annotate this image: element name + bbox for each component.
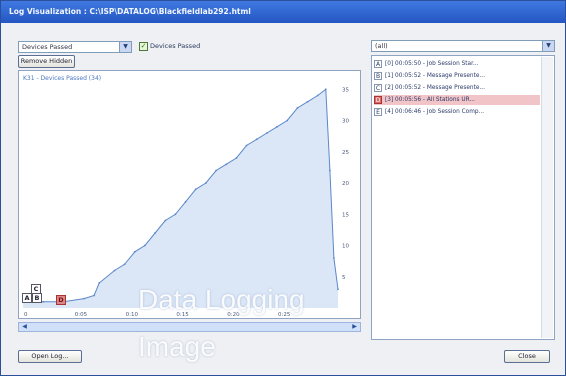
chevron-down-icon[interactable]: ▼: [542, 41, 554, 51]
data-point: [316, 94, 319, 97]
data-point: [306, 100, 309, 103]
log-entry-selected[interactable]: D [3] 00:05:56 - All Stations UR...: [374, 95, 540, 105]
data-point: [324, 88, 327, 91]
window-title: Log Visualization : C:\ISP\DATALOG\Black…: [1, 1, 565, 23]
log-entry-key: E: [374, 107, 382, 116]
y-tick-label: 35: [342, 87, 349, 93]
data-point: [266, 132, 268, 134]
data-point: [235, 157, 238, 159]
watermark-line-1: Data Logging: [138, 284, 305, 315]
log-entry-list: A [0] 00:05:50 - Job Session Star... B [1]…: [371, 55, 555, 340]
y-tick-label: 15: [342, 212, 349, 218]
log-entry[interactable]: E [4] 00:06:46 - Job Session Comp...: [374, 107, 540, 117]
log-entry-text: [2] 00:05:52 - Message Presente...: [385, 85, 485, 91]
data-point: [333, 257, 335, 259]
data-point: [113, 269, 116, 272]
data-point: [337, 288, 339, 291]
log-list-scrollbar[interactable]: [541, 57, 553, 338]
remove-hidden-button[interactable]: Remove Hidden: [18, 55, 75, 68]
data-point: [194, 188, 197, 191]
x-tick-label: 0: [24, 312, 28, 318]
x-tick-label: 0:10: [126, 312, 139, 318]
close-button[interactable]: Close: [504, 350, 550, 363]
scroll-left-icon[interactable]: ◀: [20, 323, 29, 331]
data-point: [225, 163, 228, 166]
data-point: [98, 282, 101, 284]
data-point: [245, 144, 248, 147]
chevron-down-icon[interactable]: ▼: [119, 42, 131, 52]
data-point: [255, 138, 258, 141]
log-entry-text: [0] 00:05:50 - Job Session Star...: [385, 61, 479, 67]
log-entry-key: C: [374, 83, 382, 92]
log-entry-text: [3] 00:05:56 - All Stations UR...: [385, 97, 475, 103]
y-tick-label: 5: [342, 275, 346, 281]
data-point: [296, 107, 299, 109]
data-point: [184, 200, 187, 203]
log-entry-text: [1] 00:05:52 - Message Presente...: [385, 73, 485, 79]
log-entry[interactable]: C [2] 00:05:52 - Message Presente...: [374, 83, 540, 93]
marker-b[interactable]: B: [32, 293, 42, 303]
scroll-right-icon[interactable]: ▶: [350, 323, 359, 331]
filter-select-value: (all): [375, 42, 388, 50]
data-point: [93, 294, 95, 297]
data-point: [144, 244, 146, 247]
data-point: [205, 182, 207, 184]
log-entry-key: D: [374, 95, 382, 104]
log-entry-key: A: [374, 59, 382, 68]
log-visualization-window: Log Visualization : C:\ISP\DATALOG\Black…: [0, 0, 566, 376]
data-point: [215, 169, 218, 172]
log-entry-key: B: [374, 71, 382, 80]
data-point: [286, 119, 289, 122]
marker-a[interactable]: A: [22, 293, 32, 303]
metric-select-value: Devices Passed: [22, 43, 73, 51]
metric-select[interactable]: Devices Passed ▼: [18, 41, 132, 53]
y-tick-label: 10: [342, 244, 349, 250]
marker-d[interactable]: D: [56, 295, 66, 305]
log-entry[interactable]: B [1] 00:05:52 - Message Presente...: [374, 71, 540, 81]
checkbox-label: Devices Passed: [150, 42, 201, 50]
data-point: [276, 125, 278, 128]
x-tick-label: 0:05: [75, 312, 88, 318]
data-point: [164, 219, 167, 222]
devices-passed-chart: K31 - Devices Passed (34) 5 10 15 20 25 30 35 0 0…: [22, 75, 349, 318]
series-area: [23, 89, 338, 308]
log-entry[interactable]: A [0] 00:05:50 - Job Session Star...: [374, 59, 540, 69]
y-tick-label: 20: [342, 181, 349, 187]
open-log-button[interactable]: Open Log...: [18, 350, 82, 363]
y-tick-label: 30: [342, 119, 349, 125]
chart-area: K31 - Devices Passed (34) 5 10 15 20 25 30 35 0 0…: [18, 70, 361, 319]
series-label: K31 - Devices Passed (34): [23, 75, 101, 82]
data-point: [42, 300, 45, 303]
data-point: [133, 250, 136, 253]
data-point: [154, 232, 157, 234]
data-point: [123, 263, 126, 266]
watermark-line-2: Image: [138, 331, 216, 362]
filter-select[interactable]: (all) ▼: [371, 40, 555, 52]
devices-passed-checkbox[interactable]: ✓: [139, 42, 148, 51]
data-point: [174, 213, 177, 216]
log-entry-text: [4] 00:06:46 - Job Session Comp...: [385, 109, 485, 115]
y-tick-label: 25: [342, 150, 349, 156]
data-point: [83, 297, 85, 300]
data-point: [329, 169, 331, 172]
